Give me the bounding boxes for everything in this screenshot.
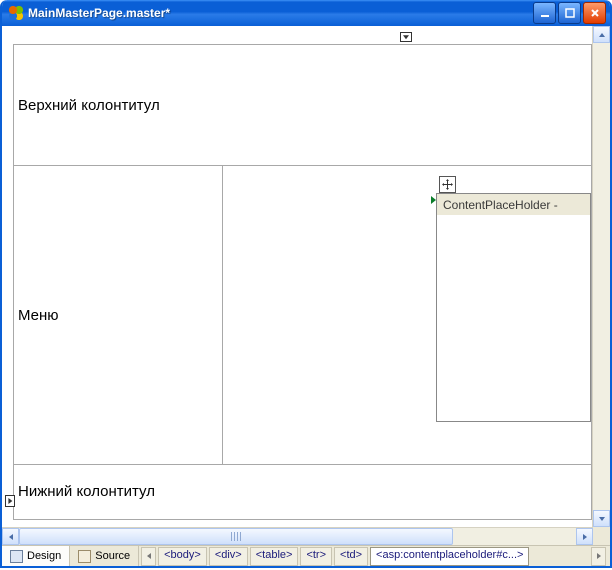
collapse-region-icon[interactable]	[400, 32, 412, 42]
client-area: Верхний колонтитул Меню	[2, 26, 610, 566]
breadcrumb-item-table[interactable]: <table>	[250, 547, 299, 566]
breadcrumb-item-tr[interactable]: <tr>	[300, 547, 332, 566]
app-window: MainMasterPage.master* Верхний колонтиту…	[0, 0, 612, 568]
header-cell[interactable]: Верхний колонтитул	[14, 45, 591, 166]
breadcrumb-prev-button[interactable]	[141, 547, 156, 566]
move-handle-icon[interactable]	[439, 176, 456, 193]
layout-table: Верхний колонтитул Меню	[13, 44, 592, 520]
minimize-button[interactable]	[533, 2, 556, 24]
design-canvas[interactable]: Верхний колонтитул Меню	[2, 26, 592, 527]
breadcrumb-item-body[interactable]: <body>	[158, 547, 207, 566]
footer-text: Нижний колонтитул	[18, 483, 155, 500]
hscroll-track[interactable]	[19, 528, 576, 545]
content-cell[interactable]: ContentPlaceHolder - ContentPlaceHolder1	[223, 166, 591, 464]
design-viewport: Верхний колонтитул Меню	[2, 26, 610, 527]
maximize-button[interactable]	[558, 2, 581, 24]
scroll-down-button[interactable]	[593, 510, 610, 527]
vertical-scrollbar[interactable]	[592, 26, 610, 527]
scroll-left-button[interactable]	[2, 528, 19, 545]
scroll-right-button[interactable]	[576, 528, 593, 545]
breadcrumb-bar: <body> <div> <table> <tr> <td> <asp:cont…	[139, 546, 610, 566]
hscroll-thumb[interactable]	[19, 528, 453, 545]
close-button[interactable]	[583, 2, 606, 24]
footer-cell[interactable]: Нижний колонтитул	[14, 465, 591, 517]
menu-cell[interactable]: Меню	[14, 166, 223, 464]
hscroll-row	[2, 527, 610, 545]
breadcrumb-item-td[interactable]: <td>	[334, 547, 368, 566]
menu-text: Меню	[18, 307, 59, 324]
contentplaceholder-body[interactable]	[436, 215, 591, 422]
window-title: MainMasterPage.master*	[28, 6, 533, 20]
app-icon	[8, 5, 24, 21]
vscroll-track[interactable]	[593, 43, 610, 510]
scroll-corner	[593, 527, 610, 544]
title-bar[interactable]: MainMasterPage.master*	[2, 0, 610, 26]
contentplaceholder-header[interactable]: ContentPlaceHolder - ContentPlaceHolder1	[436, 193, 591, 217]
bottom-bar: Design Source <body> <div> <table> <tr> …	[2, 545, 610, 566]
tab-design[interactable]: Design	[2, 546, 70, 566]
tab-design-label: Design	[27, 550, 61, 562]
horizontal-scrollbar[interactable]	[2, 527, 593, 545]
breadcrumb-next-button[interactable]	[591, 547, 606, 566]
expand-region-icon[interactable]	[5, 495, 15, 507]
tab-source[interactable]: Source	[70, 546, 139, 566]
middle-row: Меню ContentPlaceHolder - ContentPlaceHo…	[14, 166, 591, 465]
design-tab-icon	[10, 550, 23, 563]
window-controls	[533, 2, 606, 24]
scroll-up-button[interactable]	[593, 26, 610, 43]
breadcrumb-item-placeholder[interactable]: <asp:contentplaceholder#c...>	[370, 547, 529, 566]
source-tab-icon	[78, 550, 91, 563]
header-text: Верхний колонтитул	[18, 97, 160, 114]
breadcrumb-item-div[interactable]: <div>	[209, 547, 248, 566]
tab-source-label: Source	[95, 550, 130, 562]
